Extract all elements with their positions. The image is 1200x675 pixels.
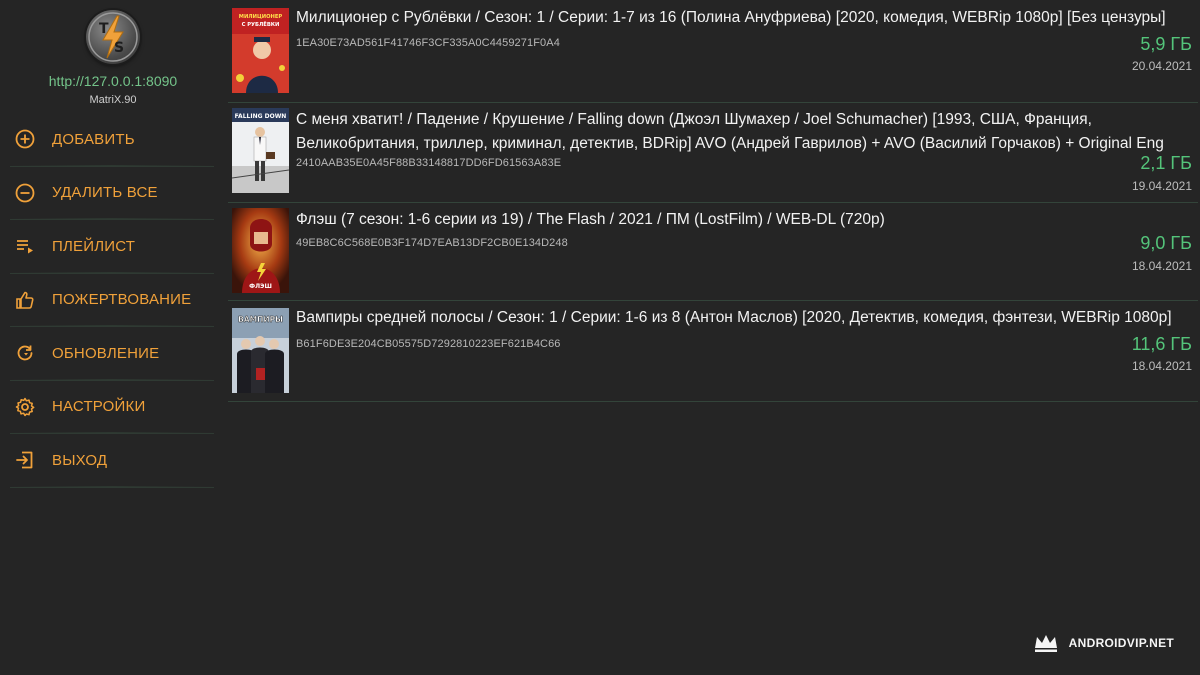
torrent-title: Вампиры средней полосы / Сезон: 1 / Сери… — [296, 309, 1172, 326]
menu-item-playlist[interactable]: ПЛЕЙЛИСТ — [10, 220, 214, 274]
poster-image: МИЛИЦИОНЕР С РУБЛЁВКИ — [232, 8, 289, 93]
torrent-item[interactable]: ВАМПИРЫ Вампиры средней полосы / Сезон: … — [228, 300, 1198, 402]
torrent-item[interactable]: ФЛЭШ Флэш (7 сезон: 1-6 серии из 19) / T… — [228, 202, 1198, 301]
torrent-size: 11,6 ГБ — [1131, 334, 1192, 354]
gear-icon — [14, 396, 36, 418]
menu-item-label: ДОБАВИТЬ — [52, 130, 135, 148]
menu-item-remove-all[interactable]: УДАЛИТЬ ВСЕ — [10, 166, 214, 220]
menu-item-label: НАСТРОЙКИ — [52, 398, 146, 416]
playlist-icon — [14, 235, 36, 257]
torrent-date: 19.04.2021 — [1131, 179, 1192, 193]
menu-item-label: ПОЖЕРТВОВАНИЕ — [52, 291, 192, 309]
menu-item-label: ОБНОВЛЕНИЕ — [52, 344, 160, 362]
crown-icon — [1034, 635, 1057, 652]
server-version: MatriX.90 — [89, 94, 137, 106]
refresh-icon — [14, 342, 36, 364]
poster-image: ФЛЭШ — [232, 208, 289, 293]
remove-circle-icon — [14, 182, 36, 204]
add-circle-icon — [14, 128, 36, 150]
menu-item-update[interactable]: ОБНОВЛЕНИЕ — [10, 327, 214, 381]
torrent-title: С меня хватит! / Падение / Крушение / Fa… — [296, 111, 1164, 152]
sidebar: T S http://127.0.0.1:8090 MatriX.90 ДОБА… — [0, 0, 228, 675]
svg-text:ФЛЭШ: ФЛЭШ — [249, 283, 272, 290]
torrent-date: 20.04.2021 — [1131, 59, 1192, 73]
menu-item-label: ПЛЕЙЛИСТ — [52, 237, 136, 255]
logo-letter-t: T — [99, 21, 109, 37]
svg-text:С РУБЛЁВКИ: С РУБЛЁВКИ — [242, 21, 280, 28]
exit-icon — [14, 449, 36, 471]
menu-item-label: УДАЛИТЬ ВСЕ — [52, 184, 158, 202]
poster-image: FALLING DOWN — [232, 108, 289, 193]
torrent-hash: 49EB8C6C568E0B3F174D7EAB13DF2CB0E134D248 — [296, 237, 568, 249]
menu-item-exit[interactable]: ВЫХОД — [10, 434, 214, 488]
torrent-date: 18.04.2021 — [1131, 359, 1192, 373]
poster-image: ВАМПИРЫ — [232, 308, 289, 393]
torrent-hash: 1EA30E73AD561F41746F3CF335A0C4459271F0A4 — [296, 37, 560, 49]
watermark-text: ANDROIDVIP.NET — [1068, 636, 1174, 650]
menu-item-settings[interactable]: НАСТРОЙКИ — [10, 380, 214, 434]
menu-item-label: ВЫХОД — [52, 451, 108, 469]
svg-text:FALLING DOWN: FALLING DOWN — [235, 113, 287, 120]
sidebar-menu: ДОБАВИТЬ УДАЛИТЬ ВСЕ ПЛЕЙЛИСТ ПОЖЕРТВОВА… — [10, 113, 214, 488]
torrent-date: 18.04.2021 — [1131, 259, 1192, 273]
svg-text:ВАМПИРЫ: ВАМПИРЫ — [238, 315, 283, 324]
menu-item-add[interactable]: ДОБАВИТЬ — [10, 113, 214, 167]
torrent-size: 5,9 ГБ — [1140, 34, 1192, 54]
server-url-link[interactable]: http://127.0.0.1:8090 — [0, 73, 226, 89]
svg-text:МИЛИЦИОНЕР: МИЛИЦИОНЕР — [239, 14, 283, 20]
torrent-item[interactable]: МИЛИЦИОНЕР С РУБЛЁВКИ Милиционер с Рублё… — [228, 0, 1198, 103]
torrent-size: 9,0 ГБ — [1140, 233, 1192, 253]
torrent-title: Флэш (7 сезон: 1-6 серии из 19) / The Fl… — [296, 211, 885, 228]
thumb-up-icon — [14, 289, 36, 311]
torrent-size: 2,1 ГБ — [1140, 153, 1192, 173]
watermark: ANDROIDVIP.NET — [1033, 633, 1174, 653]
logo-letter-s: S — [114, 40, 124, 56]
torrent-item[interactable]: FALLING DOWN С меня хватит! / Падение / … — [228, 102, 1198, 203]
torrent-hash: B61F6DE3E204CB05575D7292810223EF621B4C66 — [296, 338, 561, 350]
torrserver-logo-icon: T S — [86, 10, 140, 64]
torrent-title: Милиционер с Рублёвки / Сезон: 1 / Серии… — [296, 9, 1166, 26]
menu-item-donate[interactable]: ПОЖЕРТВОВАНИЕ — [10, 273, 214, 327]
torrent-hash: 2410AAB35E0A45F88B33148817DD6FD61563A83E — [296, 157, 562, 169]
